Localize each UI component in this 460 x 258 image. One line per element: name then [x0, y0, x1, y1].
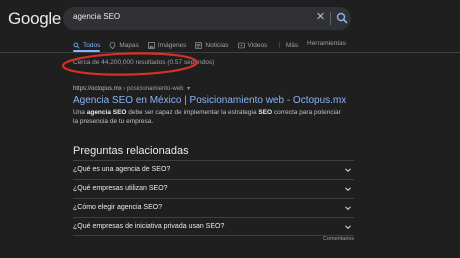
tab-maps[interactable]: Mapas: [109, 40, 139, 50]
related-questions-list: ¿Qué es una agencia de SEO? ¿Qué empresa…: [73, 160, 354, 236]
snippet-highlight: SEO: [258, 109, 273, 116]
more-options-icon[interactable]: ▾: [187, 86, 190, 92]
map-pin-icon: [110, 41, 116, 49]
question-text: ¿Qué empresas de iniciativa privada usan…: [73, 223, 225, 230]
question-text: ¿Qué empresas utilizan SEO?: [73, 185, 168, 192]
annotation-circle: [61, 52, 199, 76]
tools-button[interactable]: Herramientas: [307, 40, 346, 47]
related-questions-title: Preguntas relacionadas: [73, 145, 189, 157]
tab-videos[interactable]: Videos: [237, 40, 268, 50]
image-icon: [148, 41, 155, 49]
tab-more[interactable]: ⋮ Más: [276, 40, 298, 50]
result-url[interactable]: https://octopus.mx › posicionamiento-web…: [73, 85, 190, 92]
tab-label: Todos: [83, 41, 101, 49]
result-path: › posicionamiento-web: [121, 86, 184, 92]
feedback-link[interactable]: Comentarios: [323, 236, 354, 242]
snippet-text: Una: [73, 109, 87, 116]
result-domain: https://octopus.mx: [73, 86, 122, 92]
search-divider: [330, 12, 331, 25]
tab-label: Imágenes: [157, 41, 187, 49]
video-icon: [237, 42, 245, 48]
related-question[interactable]: ¿Qué es una agencia de SEO?: [73, 160, 354, 179]
tab-label: Noticias: [205, 41, 229, 49]
snippet-text: debe ser capaz de implementar la estrate…: [126, 109, 259, 116]
clear-icon[interactable]: ✕: [314, 11, 327, 24]
tab-label: Videos: [247, 41, 268, 49]
tab-all[interactable]: Todos: [73, 40, 100, 50]
question-text: ¿Qué es una agencia de SEO?: [73, 166, 171, 173]
tab-label: Más: [285, 41, 299, 49]
tab-images[interactable]: Imágenes: [148, 40, 187, 50]
related-question[interactable]: ¿Qué empresas utilizan SEO?: [73, 179, 354, 198]
tab-label: Mapas: [119, 41, 139, 49]
chevron-down-icon: [345, 187, 351, 192]
chevron-down-icon: [345, 206, 351, 211]
search-tabs: Todos Mapas Imágenes Noticias Videos ⋮ M…: [73, 40, 307, 50]
google-logo[interactable]: Google: [8, 9, 61, 29]
chevron-down-icon: [345, 225, 351, 230]
tab-news[interactable]: Noticias: [195, 40, 229, 50]
chevron-down-icon: [345, 168, 351, 173]
related-question[interactable]: ¿Cómo elegir agencia SEO?: [73, 198, 354, 217]
result-title-link[interactable]: Agencia SEO en México | Posicionamiento …: [73, 95, 346, 106]
search-input[interactable]: agencia SEO: [73, 12, 120, 21]
news-icon: [195, 41, 203, 49]
search-icon[interactable]: [334, 10, 350, 26]
more-icon: ⋮: [276, 42, 283, 49]
related-question[interactable]: ¿Qué empresas de iniciativa privada usan…: [73, 217, 354, 236]
question-text: ¿Cómo elegir agencia SEO?: [73, 204, 163, 211]
result-snippet: Una agencia SEO debe ser capaz de implem…: [73, 108, 343, 126]
search-box[interactable]: agencia SEO ✕: [63, 7, 351, 30]
snippet-highlight: agencia SEO: [86, 109, 127, 116]
search-icon: [73, 42, 80, 49]
